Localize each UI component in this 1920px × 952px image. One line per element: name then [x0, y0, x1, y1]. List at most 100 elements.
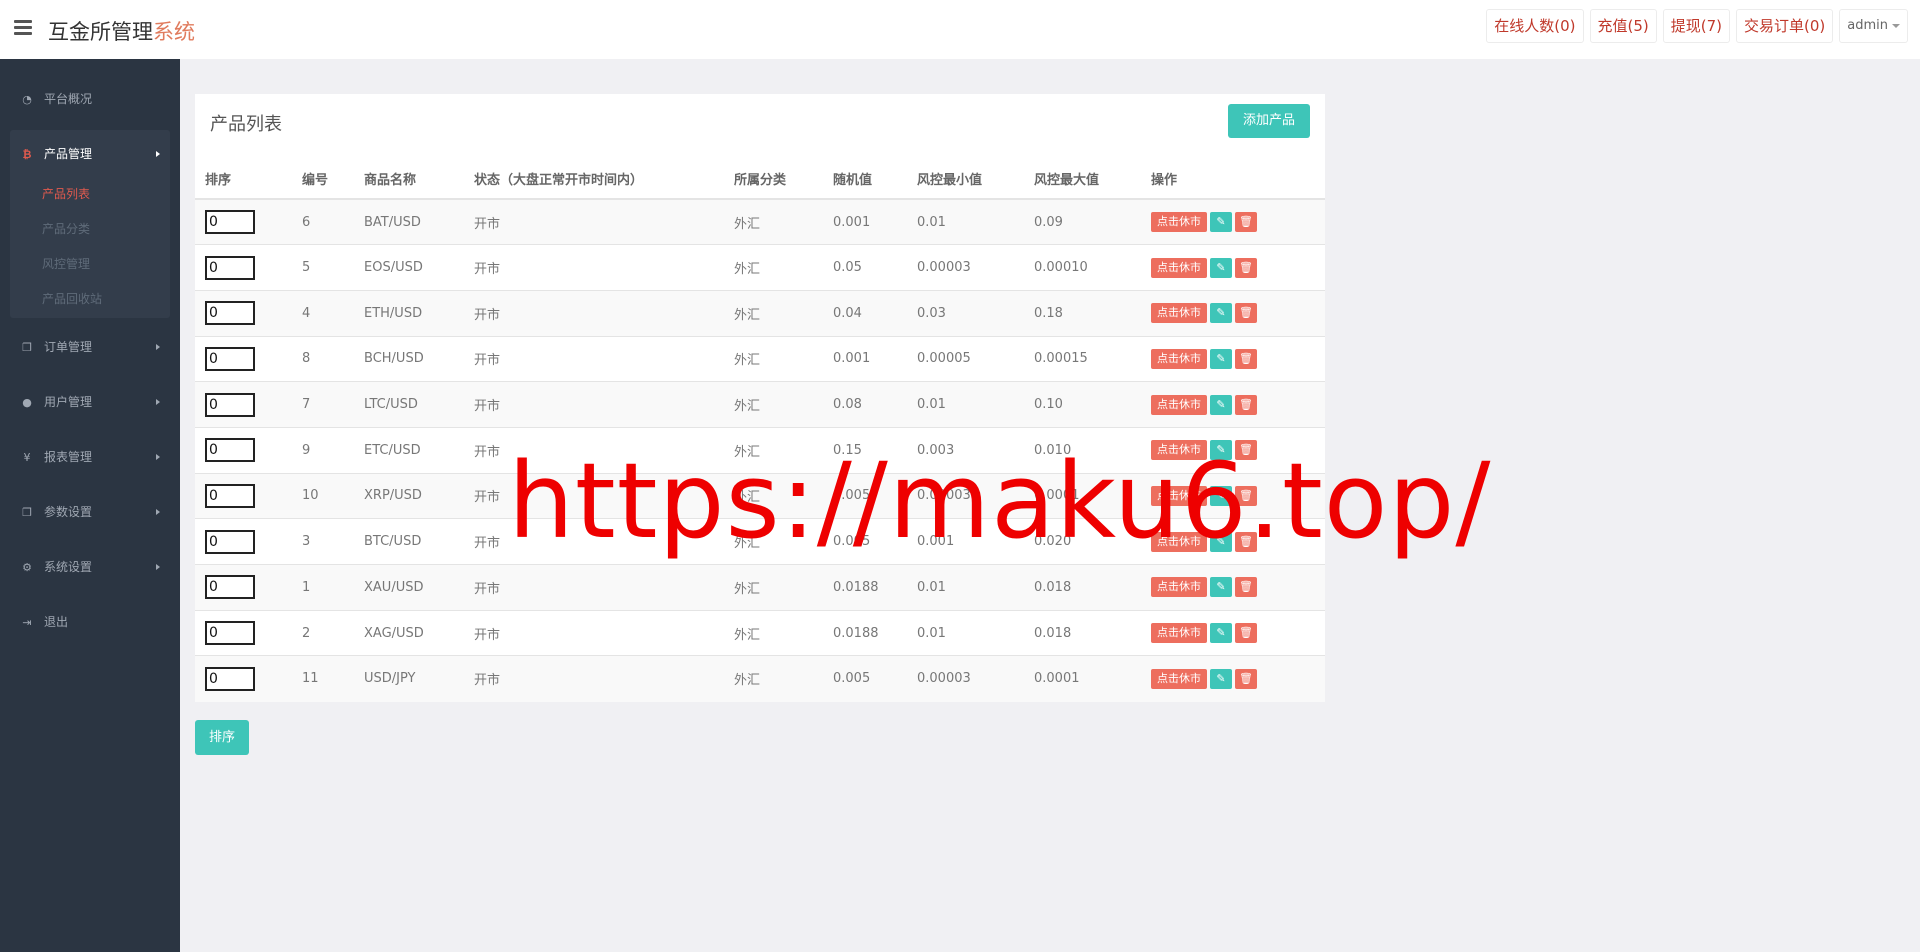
- sort-input[interactable]: [205, 575, 255, 600]
- sidebar-item-orders[interactable]: ❐ 订单管理: [0, 332, 180, 362]
- risk-min: 0.01: [907, 609, 1024, 656]
- close-market-button[interactable]: 点击休市: [1151, 668, 1207, 689]
- pencil-icon[interactable]: ✎: [1210, 257, 1232, 278]
- table-row: 2XAG/USD开市外汇0.01880.010.018点击休市✎🗑: [195, 609, 1325, 656]
- product-id: 8: [292, 335, 354, 382]
- sidebar-sub-risk-control[interactable]: 风控管理: [42, 254, 90, 274]
- trash-icon[interactable]: 🗑: [1235, 531, 1257, 552]
- sort-cell: [195, 518, 292, 565]
- sidebar-item-products[interactable]: ₿ 产品管理: [0, 139, 180, 169]
- close-market-button[interactable]: 点击休市: [1151, 257, 1207, 278]
- sort-input[interactable]: [205, 301, 255, 326]
- close-market-button[interactable]: 点击休市: [1151, 623, 1207, 644]
- risk-min: 0.00003: [907, 655, 1024, 702]
- column-header: 编号: [292, 159, 354, 200]
- sidebar-item-params[interactable]: ❐ 参数设置: [0, 497, 180, 527]
- risk-max: 0.18: [1024, 289, 1141, 337]
- pencil-icon[interactable]: ✎: [1210, 531, 1232, 552]
- product-category: 外汇: [724, 564, 823, 611]
- brand-title: 互金所管理系统: [48, 16, 195, 46]
- pencil-icon[interactable]: ✎: [1210, 212, 1232, 233]
- sidebar-sub-product-category[interactable]: 产品分类: [42, 219, 90, 239]
- risk-max: 0.018: [1024, 564, 1141, 611]
- risk-min: 0.01: [907, 381, 1024, 428]
- trash-icon[interactable]: 🗑: [1235, 623, 1257, 644]
- product-category: 外汇: [724, 426, 823, 474]
- close-market-button[interactable]: 点击休市: [1151, 394, 1207, 415]
- pencil-icon[interactable]: ✎: [1210, 348, 1232, 369]
- trash-icon[interactable]: 🗑: [1235, 257, 1257, 278]
- pencil-icon[interactable]: ✎: [1210, 394, 1232, 415]
- pencil-icon[interactable]: ✎: [1210, 668, 1232, 689]
- actions-cell: 点击休市 ✎ 🗑: [1141, 564, 1325, 611]
- close-market-button[interactable]: 点击休市: [1151, 577, 1207, 598]
- trade-orders-link[interactable]: 交易订单(0): [1736, 9, 1834, 43]
- sidebar-item-label: 订单管理: [44, 340, 93, 354]
- column-header: 商品名称: [354, 159, 464, 200]
- sort-input[interactable]: [205, 210, 255, 235]
- product-name: XAU/USD: [354, 564, 464, 611]
- pencil-icon[interactable]: ✎: [1210, 485, 1232, 506]
- risk-min: 0.01: [907, 564, 1024, 611]
- sort-input[interactable]: [205, 392, 255, 417]
- risk-min: 0.03: [907, 289, 1024, 337]
- sidebar-item-system[interactable]: ⚙ 系统设置: [0, 552, 180, 582]
- menu-icon[interactable]: [14, 20, 32, 36]
- sort-button[interactable]: 排序: [195, 720, 249, 755]
- sidebar-item-overview[interactable]: ◔ 平台概况: [0, 84, 180, 114]
- column-header: 所属分类: [724, 159, 823, 200]
- close-market-button[interactable]: 点击休市: [1151, 485, 1207, 506]
- chevron-right-icon: [156, 344, 160, 350]
- trash-icon[interactable]: 🗑: [1235, 440, 1257, 461]
- sort-input[interactable]: [205, 438, 255, 463]
- sort-input[interactable]: [205, 621, 255, 646]
- trash-icon[interactable]: 🗑: [1235, 348, 1257, 369]
- close-market-button[interactable]: 点击休市: [1151, 440, 1207, 461]
- recharge-link[interactable]: 充值(5): [1589, 9, 1657, 43]
- close-market-button[interactable]: 点击休市: [1151, 348, 1207, 369]
- add-product-button[interactable]: 添加产品: [1228, 104, 1310, 138]
- sort-input[interactable]: [205, 529, 255, 554]
- caret-down-icon: [1892, 23, 1900, 28]
- product-status: 开市: [464, 381, 724, 428]
- close-market-button[interactable]: 点击休市: [1151, 212, 1207, 233]
- sort-input[interactable]: [205, 346, 255, 371]
- online-users-link[interactable]: 在线人数(0): [1486, 9, 1584, 43]
- brand-accent: 系统: [153, 20, 195, 44]
- sort-input[interactable]: [205, 255, 255, 280]
- product-status: 开市: [464, 609, 724, 656]
- random-value: 0.15: [823, 426, 907, 474]
- random-value: 0.001: [823, 198, 907, 245]
- risk-max: 0.0001: [1024, 655, 1141, 702]
- sort-input[interactable]: [205, 483, 255, 508]
- random-value: 0.04: [823, 289, 907, 337]
- user-menu[interactable]: admin: [1839, 9, 1908, 43]
- sort-input[interactable]: [205, 666, 255, 691]
- risk-max: 0.020: [1024, 518, 1141, 565]
- trash-icon[interactable]: 🗑: [1235, 394, 1257, 415]
- pencil-icon[interactable]: ✎: [1210, 440, 1232, 461]
- trash-icon[interactable]: 🗑: [1235, 303, 1257, 324]
- trash-icon[interactable]: 🗑: [1235, 212, 1257, 233]
- sidebar-sub-recycle-bin[interactable]: 产品回收站: [42, 289, 102, 309]
- close-market-button[interactable]: 点击休市: [1151, 303, 1207, 324]
- sort-cell: [195, 244, 292, 291]
- trash-icon[interactable]: 🗑: [1235, 668, 1257, 689]
- pencil-icon[interactable]: ✎: [1210, 623, 1232, 644]
- sidebar-sub-product-list[interactable]: 产品列表: [42, 184, 90, 204]
- sidebar-item-logout[interactable]: ⇥ 退出: [0, 607, 180, 637]
- pencil-icon[interactable]: ✎: [1210, 303, 1232, 324]
- trash-icon[interactable]: 🗑: [1235, 577, 1257, 598]
- withdraw-link[interactable]: 提现(7): [1662, 9, 1731, 43]
- risk-max: 0.09: [1024, 198, 1141, 245]
- product-name: BTC/USD: [354, 518, 464, 565]
- sidebar-item-reports[interactable]: ¥ 报表管理: [0, 442, 180, 472]
- product-name: XAG/USD: [354, 609, 464, 656]
- risk-min: 0.00003: [907, 244, 1024, 291]
- column-header: 操作: [1141, 159, 1325, 200]
- sidebar-item-users[interactable]: ● 用户管理: [0, 387, 180, 417]
- close-market-button[interactable]: 点击休市: [1151, 531, 1207, 552]
- pencil-icon[interactable]: ✎: [1210, 577, 1232, 598]
- actions-cell: 点击休市 ✎ 🗑: [1141, 289, 1325, 337]
- trash-icon[interactable]: 🗑: [1235, 485, 1257, 506]
